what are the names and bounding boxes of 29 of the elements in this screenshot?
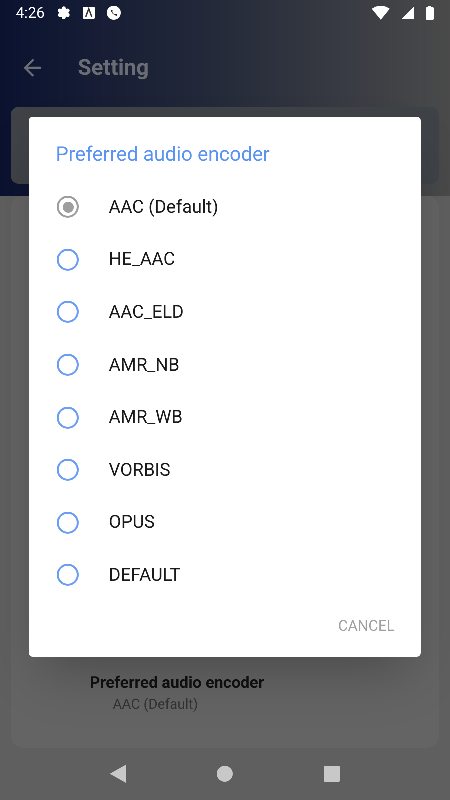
wifi-icon [372,6,390,20]
phone-icon [106,6,121,20]
signal-icon [402,7,414,19]
radio-button[interactable] [57,459,79,482]
status-time: 4:26 [16,2,45,24]
toolbar-title: Setting [78,54,150,82]
recents-nav-icon[interactable] [324,766,340,782]
radio-option[interactable]: AAC (Default) [29,181,421,234]
font-icon [82,7,95,19]
battery-icon [426,6,434,20]
radio-button[interactable] [57,512,79,534]
radio-button[interactable] [57,301,79,324]
dialog-title: Preferred audio encoder [55,141,271,168]
radio-button[interactable] [57,406,79,429]
radio-option[interactable]: DEFAULT [29,549,421,602]
radio-button[interactable] [57,248,79,271]
radio-option[interactable]: AAC_ELD [29,286,421,339]
radio-button[interactable] [57,196,79,218]
setting-title: Preferred audio encoder [90,672,266,694]
radio-button[interactable] [57,354,79,376]
radio-option[interactable]: AMR_WB [29,391,421,444]
radio-option[interactable]: OPUS [29,496,421,550]
radio-option[interactable]: AMR_NB [29,338,421,392]
radio-option[interactable]: HE_AAC [29,234,421,286]
home-nav-icon[interactable] [216,766,233,782]
radio-option[interactable]: VORBIS [29,444,421,497]
radio-button[interactable] [57,564,79,586]
settings-icon [56,6,71,20]
back-nav-icon[interactable] [110,765,126,783]
